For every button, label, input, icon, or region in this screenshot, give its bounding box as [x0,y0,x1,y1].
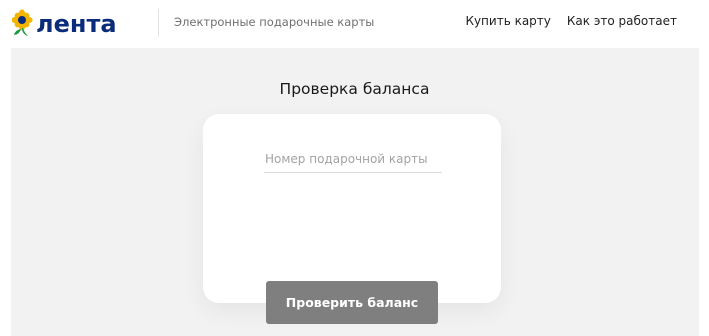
header-subtitle: Электронные подарочные карты [174,15,375,29]
header-divider [158,9,159,37]
nav-how-it-works-link[interactable]: Как это работает [567,14,677,28]
header: лента Электронные подарочные карты Купит… [0,0,709,46]
nav-buy-card-link[interactable]: Купить карту [465,14,550,28]
card-number-input[interactable] [264,145,442,173]
lenta-logo[interactable]: лента [12,8,140,38]
header-nav: Купить карту Как это работает [465,14,677,28]
sunflower-icon: лента [12,9,117,38]
balance-card [203,114,501,303]
page-title: Проверка баланса [279,80,430,98]
logo-text: лента [36,10,117,38]
check-balance-button[interactable]: Проверить баланс [266,281,438,324]
